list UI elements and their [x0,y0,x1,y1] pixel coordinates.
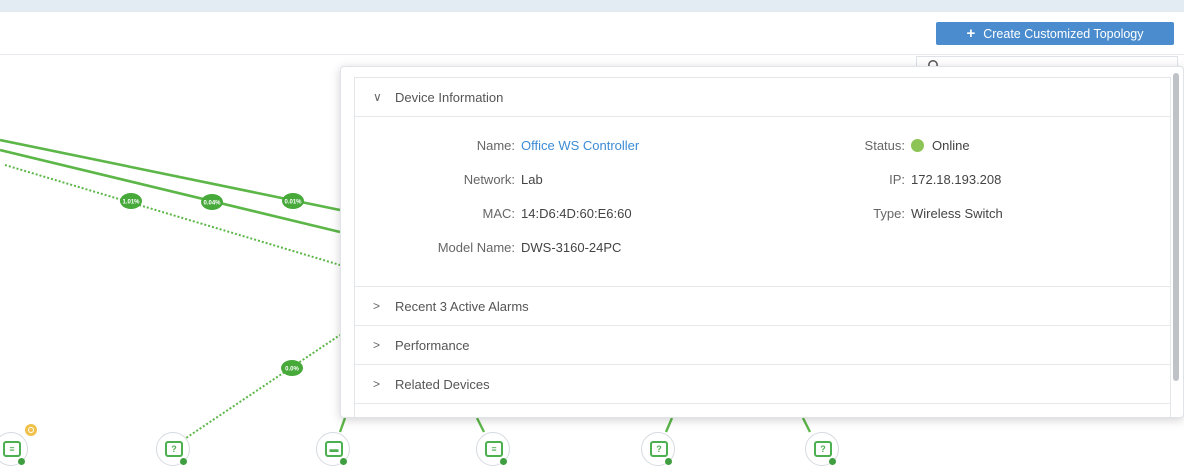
topology-node-unknown[interactable]: ? [156,432,190,466]
status-value: Online [932,138,970,153]
status-dot-icon [180,458,187,465]
status-dot-icon [665,458,672,465]
performance-header[interactable]: > Performance [355,326,1170,365]
device-information-body: Name: Office WS Controller Network: Lab … [355,117,1170,287]
chevron-right-icon: > [373,299,381,313]
chevron-down-icon: ∨ [373,90,382,104]
related-devices-title: Related Devices [395,376,490,392]
mac-value: 14:D6:4D:60:E6:60 [521,206,632,221]
topology-link[interactable] [475,417,486,433]
status-value-wrap: Online [905,138,970,153]
topology-link[interactable] [0,148,341,234]
link-label-text: 1.01% [122,200,140,206]
chevron-right-icon: > [373,377,381,391]
status-dot-icon [500,458,507,465]
online-status-icon [911,139,924,152]
link-label-text: 0.04% [203,201,221,207]
type-row: Type: Wireless Switch [785,206,1003,221]
status-label: Status: [864,138,905,153]
topology-link[interactable] [664,417,674,433]
name-label: Name: [476,138,515,153]
status-row: Status: Online [785,138,970,153]
link-label-text: 0.0% [285,367,299,373]
topology-node-unknown[interactable]: ? [805,432,839,466]
status-dot-icon [18,458,25,465]
panel-scrollbar[interactable] [1173,73,1179,381]
network-value: Lab [521,172,543,187]
mac-label: MAC: [482,206,516,221]
topology-link[interactable] [338,417,347,433]
ip-row: IP: 172.18.193.208 [785,172,1001,187]
status-dot-icon [829,458,836,465]
device-detail-panel: ∨ Device Information Name: Office WS Con… [340,66,1184,418]
device-name-link[interactable]: Office WS Controller [515,138,639,153]
performance-title: Performance [395,337,470,353]
topology-node-server[interactable]: ≡ [476,432,510,466]
unknown-device-icon: ? [814,441,832,457]
ip-value: 172.18.193.208 [911,172,1002,187]
type-label: Type: [873,206,905,221]
document-icon: ≡ [485,441,503,457]
server-icon: ≡ [3,441,21,457]
name-row: Name: Office WS Controller [385,138,640,153]
chevron-right-icon: > [373,338,381,352]
device-information-title: Device Information [395,89,504,105]
related-devices-header[interactable]: > Related Devices [355,365,1170,404]
alert-badge[interactable] [25,424,37,436]
link-label-text: 0.01% [284,200,302,206]
ip-label: IP: [889,172,905,187]
switch-icon: ▬ [325,441,343,457]
model-name-label: Model Name: [437,240,515,255]
status-dot-icon [340,458,347,465]
model-name-value: DWS-3160-24PC [521,240,622,255]
type-value: Wireless Switch [911,206,1003,221]
topology-link[interactable] [182,334,341,441]
topology-link[interactable] [4,164,341,266]
device-information-header[interactable]: ∨ Device Information [355,78,1170,117]
recent-alarms-header[interactable]: > Recent 3 Active Alarms [355,287,1170,326]
model-row: Model Name: DWS-3160-24PC [385,240,622,255]
topology-node-switch[interactable]: ▬ [316,432,350,466]
device-accordion: ∨ Device Information Name: Office WS Con… [354,77,1171,417]
unknown-device-icon: ? [165,441,183,457]
network-label: Network: [463,172,515,187]
topology-link[interactable] [801,417,812,433]
topology-node-device[interactable]: ≡ [0,432,28,466]
topology-node-unknown[interactable]: ? [641,432,675,466]
mac-row: MAC: 14:D6:4D:60:E6:60 [385,206,632,221]
recent-alarms-title: Recent 3 Active Alarms [395,298,529,314]
network-row: Network: Lab [385,172,543,187]
unknown-device-icon: ? [650,441,668,457]
